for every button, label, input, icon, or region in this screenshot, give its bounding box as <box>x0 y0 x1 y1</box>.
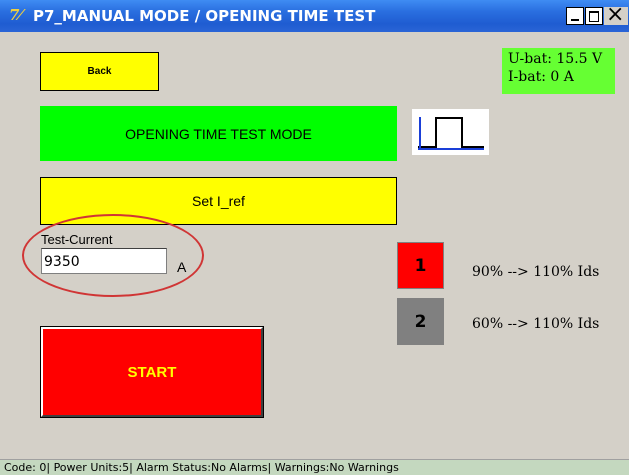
minimize-icon[interactable] <box>566 7 584 25</box>
range-1-button[interactable]: 1 <box>397 242 444 289</box>
close-icon[interactable] <box>604 2 628 27</box>
start-button[interactable]: START <box>41 327 263 417</box>
status-bar: Code: 0| Power Units:5| Alarm Status:No … <box>0 459 629 475</box>
mode-banner: OPENING TIME TEST MODE <box>40 106 397 161</box>
title-bar: 7⁄ P7_MANUAL MODE / OPENING TIME TEST <box>0 0 629 32</box>
start-button-label: START <box>127 363 177 381</box>
range-2-label: 60% --> 110% Ids <box>472 316 600 332</box>
back-button[interactable]: Back <box>40 52 159 91</box>
set-iref-button[interactable]: Set I_ref <box>40 177 397 225</box>
test-current-input[interactable] <box>41 248 167 274</box>
battery-current: I-bat: 0 A <box>508 69 574 85</box>
range-2-button[interactable]: 2 <box>397 298 444 345</box>
range-1-label: 90% --> 110% Ids <box>472 264 600 280</box>
app-icon: 7⁄ <box>9 6 22 24</box>
battery-voltage: U-bat: 15.5 V <box>508 51 603 67</box>
maximize-icon[interactable] <box>585 7 603 25</box>
pulse-waveform-icon <box>412 109 489 155</box>
test-current-label: Test-Current <box>41 232 113 247</box>
test-current-unit: A <box>177 259 187 275</box>
battery-status: U-bat: 15.5 V I-bat: 0 A <box>502 48 615 94</box>
window-title: P7_MANUAL MODE / OPENING TIME TEST <box>33 7 376 25</box>
